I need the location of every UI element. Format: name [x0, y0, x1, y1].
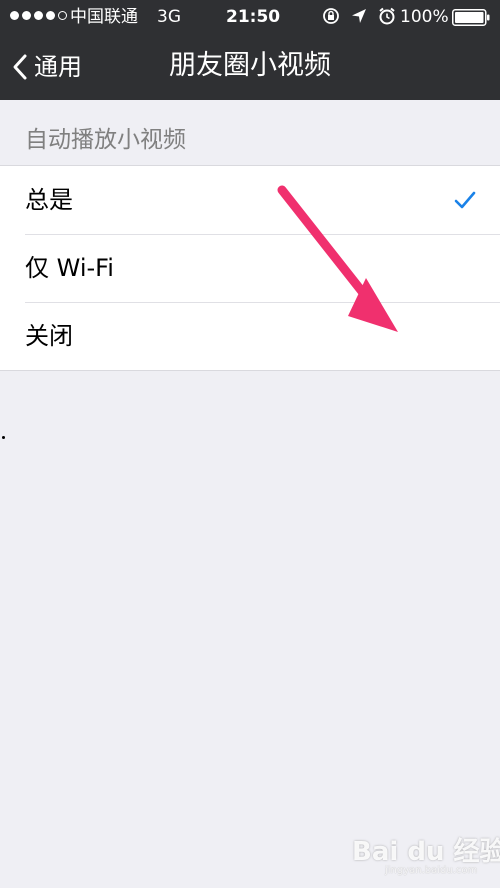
checkmark-icon: [454, 191, 476, 209]
annotation-arrow: [277, 185, 398, 332]
option-label: 关闭: [25, 322, 73, 350]
status-time: 21:50: [226, 7, 281, 27]
options-list: 总是 仅 Wi-Fi 关闭: [0, 165, 500, 371]
carrier-name: 中国联通: [70, 7, 138, 27]
battery-icon: [452, 9, 490, 26]
status-bar: 中国联通 3G 21:50 100%: [0, 0, 500, 34]
stray-dot: [2, 436, 5, 439]
section-header: 自动播放小视频: [25, 127, 186, 153]
option-label: 总是: [25, 186, 73, 214]
location-arrow-icon: [352, 9, 366, 23]
rotation-lock-icon: [323, 8, 339, 24]
top-bar: 中国联通 3G 21:50 100% 通用 朋友圈小视频: [0, 0, 500, 100]
battery-percent: 100%: [400, 7, 449, 27]
signal-dot: [46, 11, 55, 20]
watermark-url: jingyan.baidu.com: [385, 865, 478, 876]
navigation-bar: 通用 朋友圈小视频: [0, 34, 500, 100]
signal-strength-indicator: [10, 11, 67, 20]
alarm-icon: [379, 7, 395, 25]
option-off[interactable]: 关闭: [0, 302, 500, 370]
page-title: 朋友圈小视频: [169, 50, 331, 81]
option-always[interactable]: 总是: [0, 166, 500, 234]
signal-dot: [22, 11, 31, 20]
signal-dot: [34, 11, 43, 20]
signal-dot: [10, 11, 19, 20]
network-type: 3G: [157, 7, 181, 27]
status-icons: [322, 7, 396, 25]
option-label: 仅 Wi-Fi: [25, 254, 114, 282]
signal-dot-empty: [58, 11, 67, 20]
option-wifi-only[interactable]: 仅 Wi-Fi: [0, 234, 500, 302]
